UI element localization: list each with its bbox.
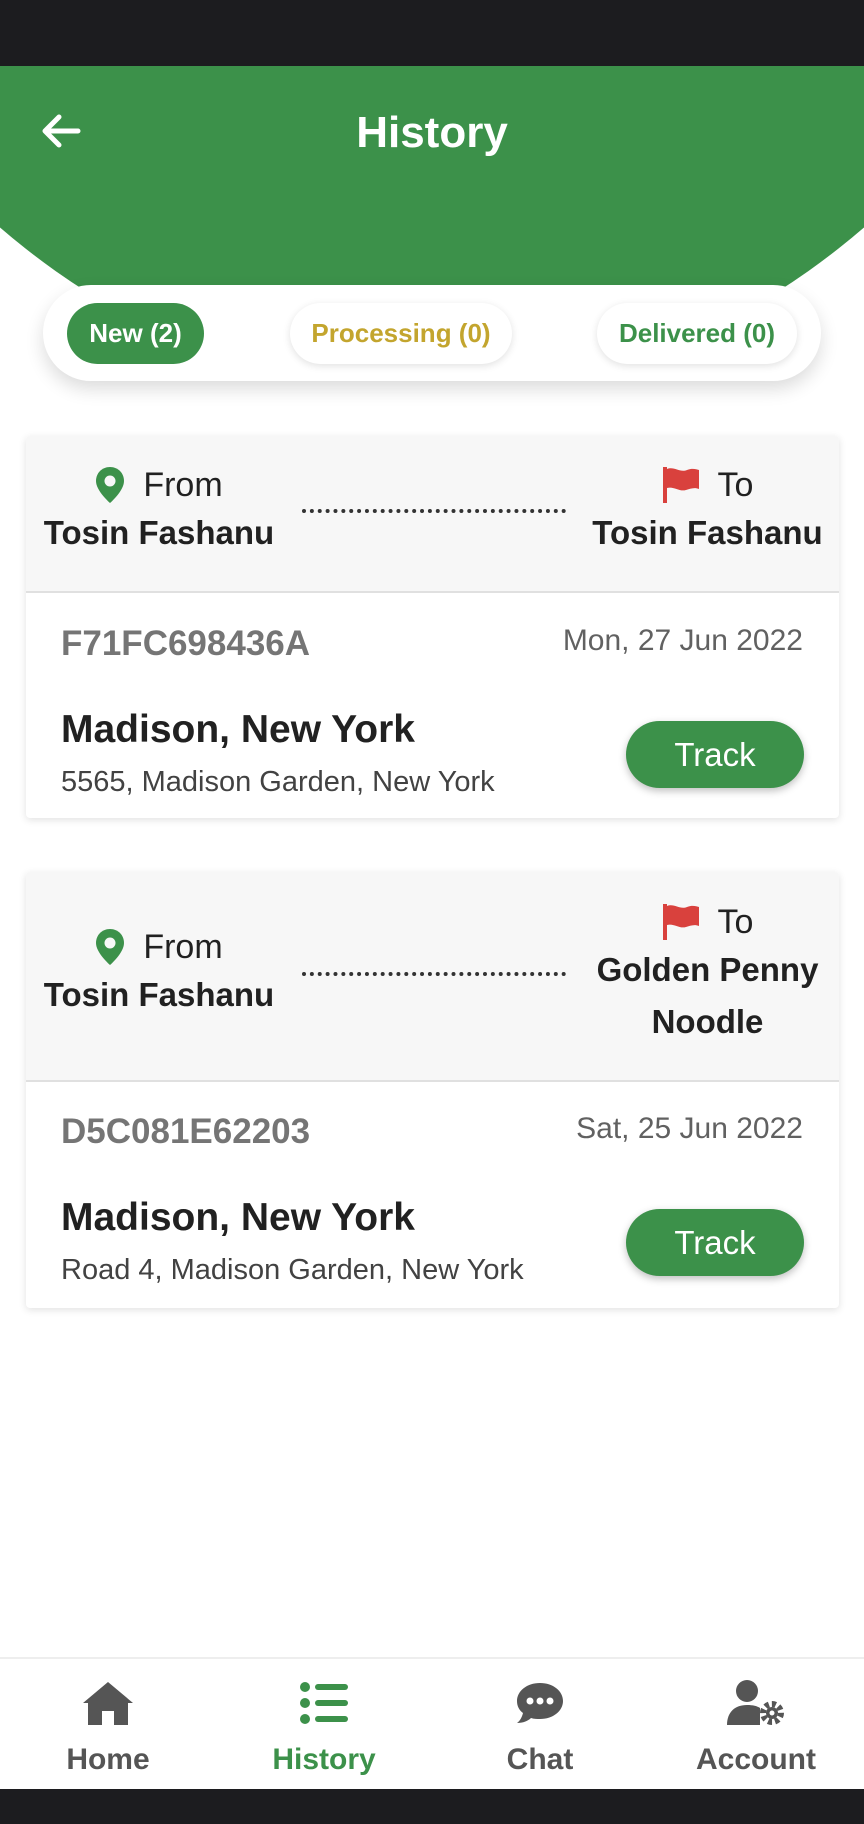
to-block: To Tosin Fashanu: [576, 463, 839, 559]
nav-label: Account: [696, 1743, 816, 1776]
route-section: From Tosin Fashanu To Golden Penny Noodl…: [26, 872, 839, 1082]
destination-city: Madison, New York: [61, 708, 415, 751]
destination-city: Madison, New York: [61, 1196, 415, 1239]
order-id: D5C081E62203: [61, 1112, 311, 1151]
route-divider: [302, 972, 566, 976]
nav-item-account[interactable]: Account: [648, 1659, 864, 1791]
from-block: From Tosin Fashanu: [26, 463, 292, 559]
tab-delivered[interactable]: Delivered (0): [597, 303, 797, 364]
to-block: To Golden Penny Noodle: [576, 900, 839, 1048]
user-settings-icon: [727, 1680, 784, 1725]
from-block: From Tosin Fashanu: [26, 925, 292, 1021]
to-name-line: Noodle: [651, 1003, 764, 1040]
location-pin-icon: [96, 929, 125, 965]
from-name: Tosin Fashanu: [43, 514, 275, 551]
flag-icon: [662, 467, 699, 503]
from-label: From: [143, 465, 223, 504]
destination-address: Road 4, Madison Garden, New York: [61, 1254, 524, 1286]
chat-bubble-icon: [517, 1683, 563, 1723]
track-button[interactable]: Track: [626, 1209, 804, 1276]
nav-label: History: [272, 1743, 376, 1776]
status-bar: [0, 0, 864, 66]
order-id: F71FC698436A: [61, 624, 311, 663]
to-label: To: [717, 465, 754, 504]
home-icon: [83, 1682, 133, 1725]
nav-label: Chat: [506, 1743, 574, 1776]
nav-item-history[interactable]: History: [216, 1659, 432, 1791]
to-name: Golden Penny Noodle: [576, 944, 839, 1048]
status-tabs: New (2) Processing (0) Delivered (0): [43, 285, 821, 381]
to-name-line: Golden Penny: [596, 951, 819, 988]
track-button[interactable]: Track: [626, 721, 804, 788]
to-label: To: [717, 902, 754, 941]
location-pin-icon: [96, 467, 125, 503]
route-divider: [302, 509, 566, 513]
nav-item-home[interactable]: Home: [0, 1659, 216, 1791]
tab-new[interactable]: New (2): [67, 303, 204, 364]
to-name: Tosin Fashanu: [592, 514, 823, 551]
from-label: From: [143, 927, 223, 966]
list-icon: [300, 1682, 348, 1724]
from-name: Tosin Fashanu: [43, 976, 275, 1013]
order-card: From Tosin Fashanu To Golden Penny Noodl…: [26, 872, 839, 1308]
tab-processing[interactable]: Processing (0): [290, 303, 512, 364]
page-title: History: [356, 108, 508, 157]
order-date: Mon, 27 Jun 2022: [562, 624, 803, 657]
order-card: From Tosin Fashanu To Tosin Fashanu F71F…: [26, 436, 839, 818]
bottom-navigation: Home History Chat Account: [0, 1657, 864, 1789]
order-date: Sat, 25 Jun 2022: [576, 1112, 803, 1145]
nav-label: Home: [66, 1743, 150, 1776]
flag-icon: [662, 904, 699, 940]
nav-item-chat[interactable]: Chat: [432, 1659, 648, 1791]
route-section: From Tosin Fashanu To Tosin Fashanu: [26, 436, 839, 593]
destination-address: 5565, Madison Garden, New York: [61, 766, 495, 798]
system-navigation-bar: [0, 1789, 864, 1824]
